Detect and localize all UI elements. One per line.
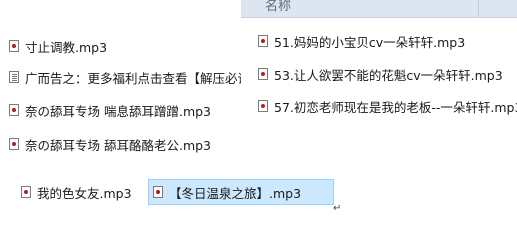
audio-file-icon: [9, 40, 19, 52]
audio-file-icon: [153, 186, 163, 198]
audio-file-icon: [258, 68, 268, 80]
file-item[interactable]: 奈の舔耳专场 舔耳酪酪老公.mp3: [9, 134, 211, 154]
file-item[interactable]: 广而告之：更多福利点击查看【解压必读: [9, 67, 241, 87]
file-name: 奈の舔耳专场 喘息舔耳蹭蹭.mp3: [25, 103, 212, 119]
file-item[interactable]: 我的色女友.mp3: [21, 182, 132, 202]
audio-file-icon: [258, 100, 268, 112]
file-item[interactable]: 51.妈妈的小宝贝cv一朵轩轩.mp3: [258, 31, 465, 51]
file-name: 广而告之：更多福利点击查看【解压必读: [25, 70, 241, 86]
column-header-name[interactable]: 名称: [265, 0, 291, 14]
file-name: 57.初恋老师现在是我的老板--一朵轩轩.mp3: [274, 99, 517, 115]
file-item[interactable]: 53.让人欲罢不能的花魁cv一朵轩轩.mp3: [258, 64, 503, 84]
audio-file-icon: [9, 104, 19, 116]
audio-file-icon: [21, 186, 31, 198]
return-cursor-icon: ↵: [333, 203, 342, 214]
file-name: 奈の舔耳专场 舔耳酪酪老公.mp3: [25, 137, 212, 153]
audio-file-icon: [9, 138, 19, 150]
file-item[interactable]: 寸止调教.mp3: [9, 36, 107, 56]
file-name: 53.让人欲罢不能的花魁cv一朵轩轩.mp3: [274, 67, 503, 83]
file-name: 我的色女友.mp3: [37, 185, 132, 201]
file-item-selected[interactable]: 【冬日温泉之旅】.mp3: [148, 179, 334, 205]
file-item[interactable]: 奈の舔耳专场 喘息舔耳蹭蹭.mp3: [9, 100, 211, 120]
file-item[interactable]: 57.初恋老师现在是我的老板--一朵轩轩.mp3: [258, 96, 517, 116]
column-divider[interactable]: [478, 0, 479, 17]
file-name: 【冬日温泉之旅】.mp3: [169, 185, 302, 201]
column-header-bar: 名称: [241, 0, 517, 18]
text-file-icon: [9, 71, 19, 83]
audio-file-icon: [258, 35, 268, 47]
file-name: 51.妈妈的小宝贝cv一朵轩轩.mp3: [274, 34, 466, 50]
file-name: 寸止调教.mp3: [25, 39, 108, 55]
